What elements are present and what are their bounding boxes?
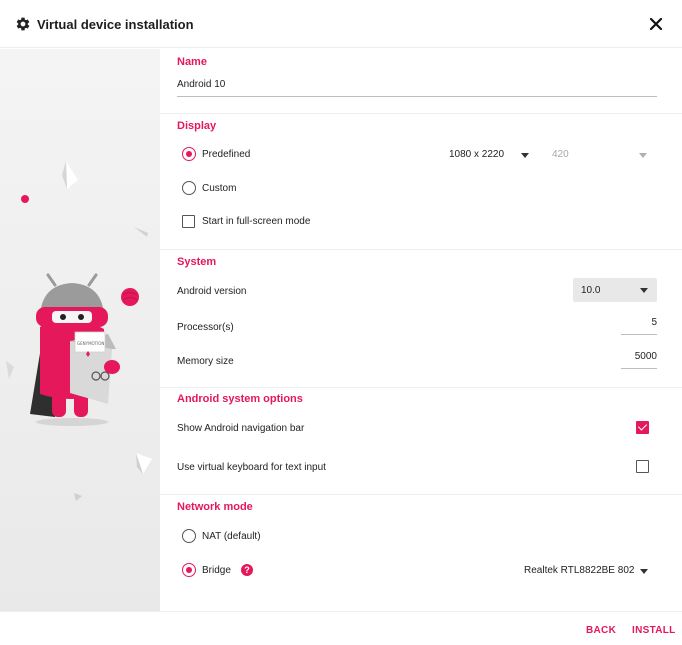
memory-label: Memory size (177, 356, 234, 367)
processors-label: Processor(s) (177, 322, 234, 333)
divider (160, 387, 682, 388)
android-version-label: Android version (177, 286, 247, 297)
back-button[interactable]: BACK (586, 625, 616, 636)
bridge-adapter-select[interactable]: Realtek RTL8822BE 802 (524, 562, 650, 580)
processors-input[interactable]: 5 (621, 317, 657, 335)
bridge-adapter-value: Realtek RTL8822BE 802 (524, 565, 635, 576)
custom-label: Custom (202, 183, 237, 194)
android-version-select[interactable]: 10.0 (573, 278, 657, 302)
name-section-title: Name (177, 56, 207, 68)
processors-value: 5 (651, 317, 657, 328)
system-section-title: System (177, 256, 217, 268)
virtual-keyboard-label: Use virtual keyboard for text input (177, 462, 326, 473)
nav-bar-label: Show Android navigation bar (177, 423, 305, 434)
illustration-panel: GENYMOTION (0, 49, 160, 611)
nat-label: NAT (default) (202, 531, 261, 542)
memory-value: 5000 (634, 351, 657, 362)
dpi-value: 420 (552, 149, 569, 160)
chevron-down-icon (640, 569, 648, 574)
display-section-title: Display (177, 120, 217, 132)
help-icon[interactable]: ? (241, 564, 253, 576)
virtual-keyboard-checkbox[interactable] (636, 460, 649, 473)
gear-icon (16, 17, 30, 31)
install-button[interactable]: INSTALL (632, 625, 676, 636)
predefined-label: Predefined (202, 149, 251, 160)
memory-input[interactable]: 5000 (621, 351, 657, 369)
bridge-radio[interactable] (182, 563, 196, 577)
device-name-value: Android 10 (177, 79, 226, 90)
device-name-field[interactable]: Android 10 (177, 79, 657, 97)
nat-radio[interactable] (182, 529, 196, 543)
close-icon[interactable] (649, 17, 663, 31)
chevron-down-icon (640, 288, 648, 293)
dialog-title: Virtual device installation (37, 17, 194, 32)
divider (160, 113, 682, 114)
dialog-titlebar: Virtual device installation (0, 0, 682, 48)
divider (160, 494, 682, 495)
resolution-value: 1080 x 2220 (449, 149, 505, 160)
android-options-section-title: Android system options (177, 393, 303, 405)
dpi-select: 420 (552, 146, 650, 164)
box-label: GENYMOTION (77, 341, 104, 346)
custom-radio[interactable] (182, 181, 196, 195)
predefined-radio[interactable] (182, 147, 196, 161)
fullscreen-label: Start in full-screen mode (202, 216, 311, 227)
divider (160, 249, 682, 250)
nav-bar-checkbox[interactable] (636, 421, 649, 434)
android-version-value: 10.0 (581, 285, 601, 296)
dialog-footer: BACK INSTALL (0, 611, 682, 645)
settings-form: Name Android 10 Display Predefined 1080 … (160, 49, 682, 611)
bridge-label: Bridge (202, 565, 231, 576)
resolution-select[interactable]: 1080 x 2220 (449, 146, 531, 164)
fullscreen-checkbox[interactable] (182, 215, 195, 228)
chevron-down-icon (521, 153, 529, 158)
chevron-down-icon (639, 153, 647, 158)
network-section-title: Network mode (177, 501, 253, 513)
robot-mascot-illustration: GENYMOTION (6, 161, 152, 501)
